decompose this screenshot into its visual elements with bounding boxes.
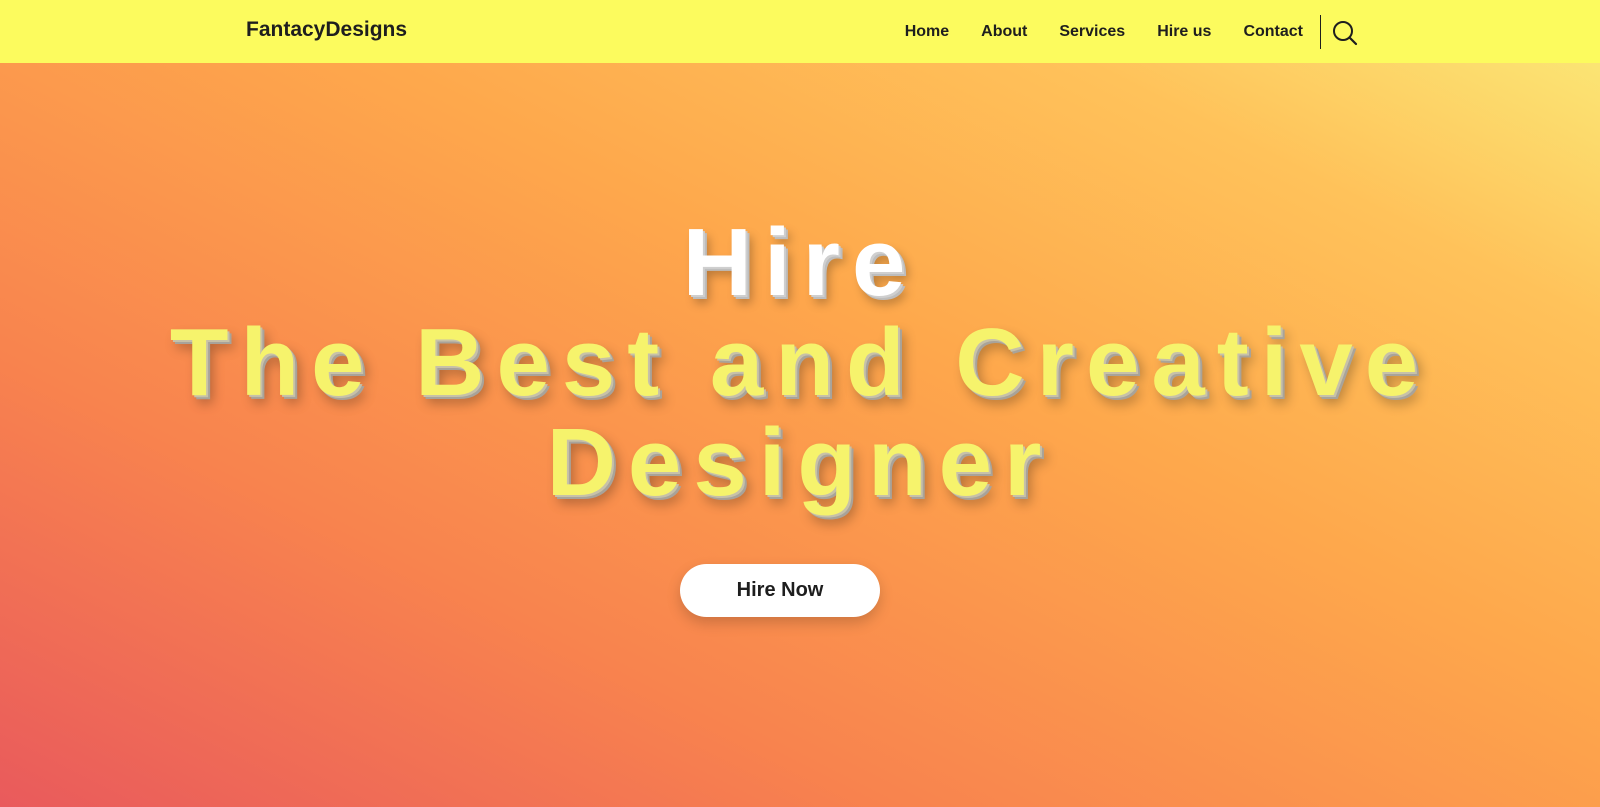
nav-services-link[interactable]: Services	[1059, 23, 1125, 41]
main-nav: Home About Services Hire us Contact	[905, 0, 1303, 63]
navbar: FantacyDesigns Home About Services Hire …	[0, 0, 1600, 63]
nav-home-link[interactable]: Home	[905, 23, 949, 41]
hero-headline-line-2: The Best and Creative	[169, 309, 1431, 416]
nav-contact-link[interactable]: Contact	[1243, 23, 1303, 41]
hero-section: Hire The Best and Creative Designer Hire…	[0, 63, 1600, 807]
nav-divider	[1320, 15, 1321, 49]
hero-headline-line-1: Hire	[682, 209, 918, 316]
search-icon	[1333, 21, 1358, 46]
nav-hire-us-link[interactable]: Hire us	[1157, 23, 1211, 41]
hero-headline-line-3: Designer	[546, 409, 1054, 516]
brand-logo[interactable]: FantacyDesigns	[246, 18, 407, 42]
search-button[interactable]	[1331, 19, 1359, 47]
hire-now-button[interactable]: Hire Now	[680, 564, 880, 617]
nav-about-link[interactable]: About	[981, 23, 1027, 41]
